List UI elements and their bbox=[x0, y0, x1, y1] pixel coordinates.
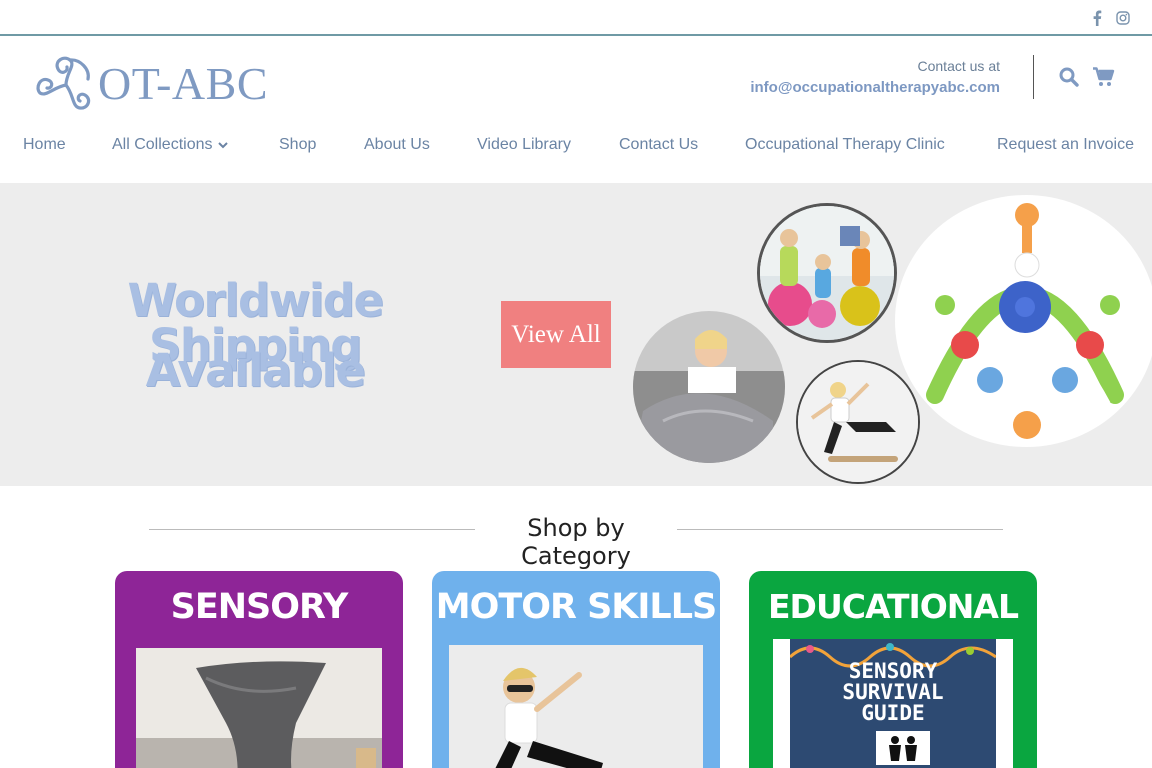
category-title: MOTOR SKILLS bbox=[435, 587, 718, 627]
nav-item-shop[interactable]: Shop bbox=[279, 136, 316, 154]
instagram-icon[interactable] bbox=[1115, 10, 1131, 26]
category-title: SENSORY bbox=[170, 587, 349, 627]
nav-item-contact-us[interactable]: Contact Us bbox=[619, 136, 698, 154]
nav-item-ot-clinic[interactable]: Occupational Therapy Clinic bbox=[745, 136, 945, 154]
main-nav: Home All Collections Shop About Us Video… bbox=[0, 136, 1152, 160]
section-title: Shop by Category bbox=[521, 514, 631, 570]
search-icon[interactable] bbox=[1058, 66, 1080, 88]
section-divider-left bbox=[149, 529, 475, 530]
contact-info: Contact us at info@occupationaltherapyab… bbox=[750, 58, 1000, 96]
facebook-icon[interactable] bbox=[1089, 10, 1105, 26]
contact-label: Contact us at bbox=[917, 58, 1001, 74]
nav-item-video-library[interactable]: Video Library bbox=[477, 136, 571, 154]
top-bar bbox=[0, 0, 1152, 36]
suction-toy-image bbox=[895, 195, 1152, 447]
book-title-line3: GUIDE bbox=[861, 701, 925, 725]
sensory-survival-guide-image: SENSORY SURVIVAL GUIDE bbox=[773, 639, 1013, 768]
hero-title-line2: Available bbox=[145, 344, 366, 397]
nav-item-request-invoice[interactable]: Request an Invoice bbox=[997, 136, 1134, 154]
hero-banner: Worldwide Shipping Available View All bbox=[0, 183, 1152, 486]
site-logo[interactable]: OT-ABC bbox=[36, 55, 268, 113]
balance-board-child-image bbox=[796, 360, 920, 484]
cart-icon[interactable] bbox=[1093, 66, 1115, 88]
children-silhouette-icon bbox=[876, 731, 930, 765]
book-title-line2: SURVIVAL bbox=[842, 680, 944, 704]
weighted-blanket-image bbox=[633, 311, 785, 463]
category-card-sensory[interactable]: SENSORY bbox=[115, 571, 403, 768]
header-divider bbox=[1033, 55, 1034, 99]
contact-email-link[interactable]: info@occupationaltherapyabc.com bbox=[750, 79, 1000, 96]
category-card-educational[interactable]: EDUCATIONAL SENSORY SURVIVAL GUIDE bbox=[749, 571, 1037, 768]
logo-text: OT-ABC bbox=[98, 58, 268, 109]
category-card-motor-skills[interactable]: MOTOR SKILLS bbox=[432, 571, 720, 768]
nav-item-home[interactable]: Home bbox=[23, 136, 66, 154]
nav-item-about-us[interactable]: About Us bbox=[364, 136, 430, 154]
nav-item-label: All Collections bbox=[112, 136, 213, 153]
book-title-line1: SENSORY bbox=[848, 659, 938, 683]
motor-skills-child-image bbox=[449, 645, 703, 768]
sensory-sock-image bbox=[136, 648, 382, 768]
children-exercise-ball-image bbox=[757, 203, 897, 343]
nav-item-all-collections[interactable]: All Collections bbox=[112, 136, 229, 154]
chevron-down-icon bbox=[218, 142, 229, 149]
category-title: EDUCATIONAL bbox=[768, 587, 1019, 626]
view-all-button[interactable]: View All bbox=[501, 301, 611, 368]
triskelion-logo-icon bbox=[36, 56, 91, 110]
section-divider-right bbox=[677, 529, 1003, 530]
